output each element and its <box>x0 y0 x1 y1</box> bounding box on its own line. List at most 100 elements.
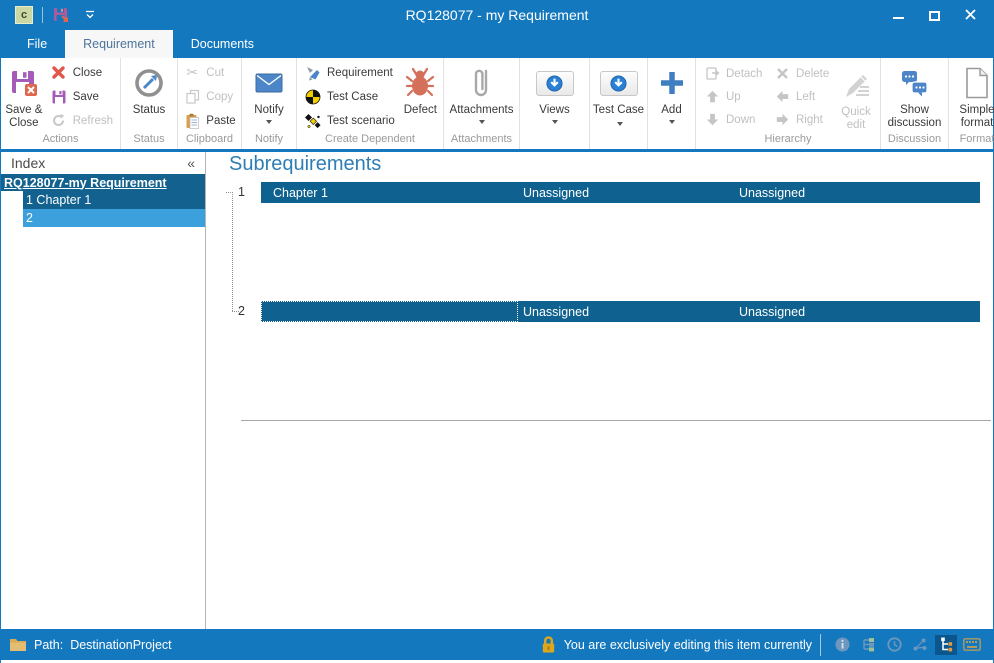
save-close-icon <box>9 65 39 101</box>
delete-button[interactable]: Delete <box>768 62 834 85</box>
minimize-button[interactable] <box>891 9 905 21</box>
lock-icon <box>540 635 557 654</box>
subrequirement-bar[interactable]: Unassigned Unassigned <box>261 301 980 322</box>
attachments-dropdown-icon <box>479 120 485 124</box>
create-test-scenario-button[interactable]: Test scenario <box>299 109 400 132</box>
titlebar: c RQ128077 - my Requirement <box>1 0 993 30</box>
ribbon-group-actions: Save & Close Close <box>1 58 121 149</box>
ribbon-group-hierarchy: Detach Up Down <box>696 58 881 149</box>
save-icon <box>53 7 69 23</box>
group-label-actions: Actions <box>1 133 120 149</box>
row-owner-cell[interactable]: Unassigned <box>518 301 734 322</box>
row-status-cell[interactable]: Unassigned <box>734 182 980 203</box>
copy-icon <box>183 88 201 106</box>
app-icon[interactable]: c <box>15 6 33 24</box>
discussion-bubbles-icon <box>900 65 930 101</box>
quick-access-customize-icon[interactable] <box>84 10 96 20</box>
index-panel: Index « RQ128077-my Requirement 1 Chapte… <box>1 152 206 629</box>
refresh-icon <box>50 112 68 130</box>
group-label-notify: Notify <box>242 133 296 149</box>
tree-row: 2 <box>1 209 205 227</box>
move-up-button[interactable]: Up <box>698 85 768 108</box>
row-status-cell[interactable]: Unassigned <box>734 301 980 322</box>
cut-button[interactable]: ✂ Cut <box>178 61 240 84</box>
quick-access-save-icon[interactable] <box>52 6 70 24</box>
hierarchy-view-icon[interactable] <box>857 635 879 655</box>
ribbon-group-clipboard: ✂ Cut Copy <box>178 58 242 149</box>
path-value: DestinationProject <box>70 638 171 652</box>
group-label-add <box>648 133 695 149</box>
maximize-button[interactable] <box>927 9 941 21</box>
group-label-attachments: Attachments <box>444 133 519 149</box>
paste-icon <box>183 112 201 130</box>
section-divider <box>241 420 991 421</box>
views-gallery-icon <box>536 71 574 96</box>
tree-connector <box>232 194 233 311</box>
copy-button[interactable]: Copy <box>178 85 240 108</box>
quick-edit-pencil-icon <box>840 67 872 103</box>
paste-button[interactable]: Paste <box>178 109 240 132</box>
folder-icon <box>9 637 27 652</box>
detach-button[interactable]: Detach <box>698 62 768 85</box>
test-case-icon <box>304 88 322 106</box>
test-case-dropdown-icon <box>617 122 623 126</box>
close-icon <box>50 64 68 82</box>
views-button[interactable]: Views <box>525 60 585 133</box>
window-controls <box>891 9 987 21</box>
tree-view-icon[interactable] <box>935 635 957 655</box>
row-index: 2 <box>231 304 245 318</box>
add-plus-icon <box>658 65 686 101</box>
move-right-button[interactable]: Right <box>768 108 834 131</box>
refresh-button[interactable]: Refresh <box>45 109 118 132</box>
test-case-gallery-button[interactable]: Test Case <box>592 60 645 133</box>
simple-format-button[interactable]: Simple format <box>951 60 994 133</box>
subrequirement-bar[interactable]: Chapter 1 Unassigned Unassigned <box>261 182 980 203</box>
ribbon-tab-bar: File Requirement Documents <box>1 30 993 58</box>
tab-requirement[interactable]: Requirement <box>65 30 173 58</box>
tree-item-chapter1[interactable]: 1 Chapter 1 <box>23 191 205 209</box>
attachments-button[interactable]: Attachments <box>446 60 517 133</box>
close-window-button[interactable] <box>963 9 977 21</box>
status-button[interactable]: Status <box>123 60 175 133</box>
info-icon[interactable] <box>831 635 853 655</box>
create-requirement-button[interactable]: Requirement <box>299 61 400 84</box>
keyboard-icon[interactable] <box>961 635 983 655</box>
save-and-close-button[interactable]: Save & Close <box>3 60 45 133</box>
row-index: 1 <box>231 185 245 199</box>
row-title-cell-editing[interactable] <box>261 301 518 322</box>
tree-item-root[interactable]: RQ128077-my Requirement <box>1 174 205 191</box>
row-owner-cell[interactable]: Unassigned <box>518 182 734 203</box>
tab-file[interactable]: File <box>9 30 65 58</box>
views-dropdown-icon <box>552 120 558 124</box>
add-button[interactable]: Add <box>650 60 693 133</box>
test-case-gallery-icon <box>600 71 638 96</box>
create-defect-button[interactable]: Defect <box>400 60 441 133</box>
move-left-button[interactable]: Left <box>768 85 834 108</box>
collapse-panel-icon[interactable]: « <box>187 155 195 171</box>
subrequirement-row-1: 1 Chapter 1 Unassigned Unassigned <box>207 182 993 203</box>
linked-items-icon[interactable] <box>909 635 931 655</box>
close-button[interactable]: Close <box>45 61 118 84</box>
tab-documents[interactable]: Documents <box>173 30 272 58</box>
arrow-left-icon <box>773 88 791 106</box>
save-button[interactable]: Save <box>45 85 118 108</box>
create-test-case-button[interactable]: Test Case <box>299 85 400 108</box>
tree-item-2[interactable]: 2 <box>23 209 205 227</box>
show-discussion-button[interactable]: Show discussion <box>883 60 946 133</box>
app-window: c RQ128077 - my Requirement File Require <box>0 0 994 663</box>
detach-icon <box>703 65 721 83</box>
notify-button[interactable]: Notify <box>244 60 294 133</box>
move-down-button[interactable]: Down <box>698 108 768 131</box>
ribbon-group-test-case: Test Case <box>590 58 648 149</box>
group-label-clipboard: Clipboard <box>178 133 241 149</box>
titlebar-separator <box>42 7 43 23</box>
quick-edit-button[interactable]: Quick edit <box>834 62 878 132</box>
tree-row: 1 Chapter 1 <box>1 191 205 209</box>
subrequirements-heading: Subrequirements <box>229 153 381 176</box>
row-title-cell[interactable]: Chapter 1 <box>261 182 518 203</box>
defect-bug-icon <box>405 65 435 101</box>
history-icon[interactable] <box>883 635 905 655</box>
arrow-up-icon <box>703 88 721 106</box>
save-icon <box>50 88 68 106</box>
index-panel-header: Index « <box>1 152 205 174</box>
